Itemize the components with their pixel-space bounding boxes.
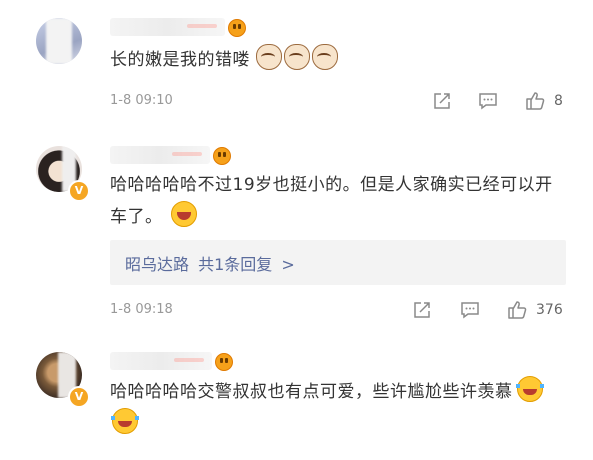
comment-meta: 1-8 09:18 376	[0, 298, 593, 322]
timestamp: 1-8 09:18	[110, 302, 173, 317]
laugh-emoji-icon	[170, 201, 197, 227]
share-icon[interactable]	[412, 300, 432, 320]
avatar-mask	[46, 18, 72, 64]
username-masked[interactable]	[110, 146, 210, 164]
like-count: 8	[554, 93, 563, 109]
comment-icon[interactable]	[460, 300, 480, 320]
cry-laugh-emoji-icon	[515, 376, 544, 402]
verified-badge-icon: V	[68, 386, 90, 408]
comment-meta: 1-8 09:10 8	[0, 89, 593, 113]
chevron-right-icon[interactable]: >	[281, 255, 294, 274]
comment-text: 哈哈哈哈哈交警叔叔也有点可爱，些许尴尬些许羡慕	[110, 376, 560, 440]
cat-emoji-icon	[284, 44, 310, 70]
username-masked[interactable]	[110, 18, 225, 36]
cat-emoji-icon	[256, 44, 282, 70]
reply-count[interactable]: 共1条回复	[198, 255, 272, 274]
reply-summary-box[interactable]: 昭乌达路 共1条回复 >	[110, 240, 566, 285]
like-icon[interactable]	[507, 300, 527, 320]
cat-emoji-icon	[312, 44, 338, 70]
reply-summary[interactable]: 昭乌达路 共1条回复 >	[125, 251, 295, 275]
level-badge-icon	[213, 147, 231, 165]
comment-body: 哈哈哈哈哈交警叔叔也有点可爱，些许尴尬些许羡慕	[110, 382, 513, 402]
comment-text: 哈哈哈哈哈不过19岁也挺小的。但是人家确实已经可以开车了。	[110, 169, 570, 233]
timestamp: 1-8 09:10	[110, 93, 173, 108]
like-icon[interactable]	[525, 91, 545, 111]
share-icon[interactable]	[432, 91, 452, 111]
avatar[interactable]	[36, 18, 82, 64]
comment-text: 长的嫩是我的错喽	[110, 44, 580, 76]
cry-laugh-emoji-icon	[111, 408, 139, 434]
comment-icon[interactable]	[478, 91, 498, 111]
level-badge-icon	[228, 19, 246, 37]
reply-user[interactable]: 昭乌达路	[125, 255, 189, 274]
comment-body: 长的嫩是我的错喽	[110, 50, 250, 70]
level-badge-icon	[215, 353, 233, 371]
like-count: 376	[536, 302, 563, 318]
verified-badge-icon: V	[68, 180, 90, 202]
username-masked[interactable]	[110, 352, 212, 370]
